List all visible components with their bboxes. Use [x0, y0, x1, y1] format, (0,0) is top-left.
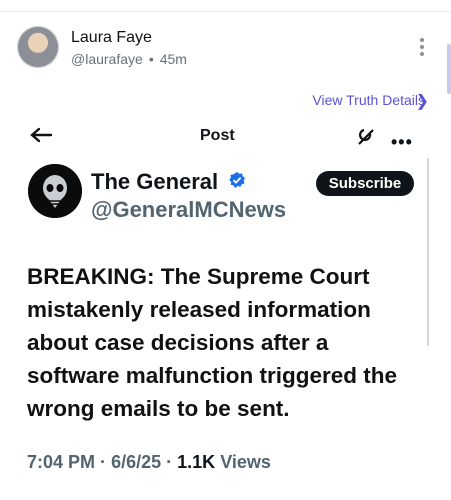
- meta-separator: ·: [166, 452, 173, 472]
- views-count: 1.1K: [177, 452, 216, 472]
- profile-handle[interactable]: @GeneralMCNews: [91, 197, 286, 223]
- post-time-stamp: 7:04 PM: [27, 452, 96, 472]
- chevron-right-icon: ❯: [415, 93, 429, 110]
- grok-icon[interactable]: [355, 126, 377, 148]
- profile-avatar[interactable]: [28, 164, 82, 218]
- author-name[interactable]: Laura Faye: [71, 29, 152, 47]
- author-meta: @laurafaye • 45m: [71, 51, 187, 67]
- meta-separator: ·: [100, 452, 107, 472]
- post-meta: 7:04 PM · 6/6/25 · 1.1K Views: [27, 452, 271, 473]
- post-header: Laura Faye @laurafaye • 45m: [0, 0, 451, 80]
- subscribe-button[interactable]: Subscribe: [316, 171, 414, 196]
- post-time: 45m: [159, 51, 187, 67]
- author-avatar[interactable]: [17, 26, 59, 68]
- view-truth-details-link[interactable]: View Truth Details: [312, 92, 425, 108]
- more-icon[interactable]: •••: [391, 132, 413, 153]
- meta-dot: •: [148, 51, 154, 67]
- post-date: 6/6/25: [111, 452, 162, 472]
- embedded-screenshot: Post ••• The General @GeneralMCNews Subs…: [0, 118, 451, 500]
- back-arrow-icon[interactable]: [29, 126, 53, 144]
- page-scrollbar[interactable]: [447, 44, 451, 94]
- post-title: Post: [200, 127, 235, 144]
- profile-name[interactable]: The General: [91, 169, 218, 195]
- views-label: Views: [220, 452, 271, 472]
- post-text: BREAKING: The Supreme Court mistakenly r…: [27, 264, 398, 421]
- verified-badge-icon: [229, 172, 245, 188]
- author-handle[interactable]: @laurafaye: [71, 51, 143, 67]
- embedded-scrollbar: [427, 158, 429, 346]
- kebab-menu-icon[interactable]: [417, 38, 427, 60]
